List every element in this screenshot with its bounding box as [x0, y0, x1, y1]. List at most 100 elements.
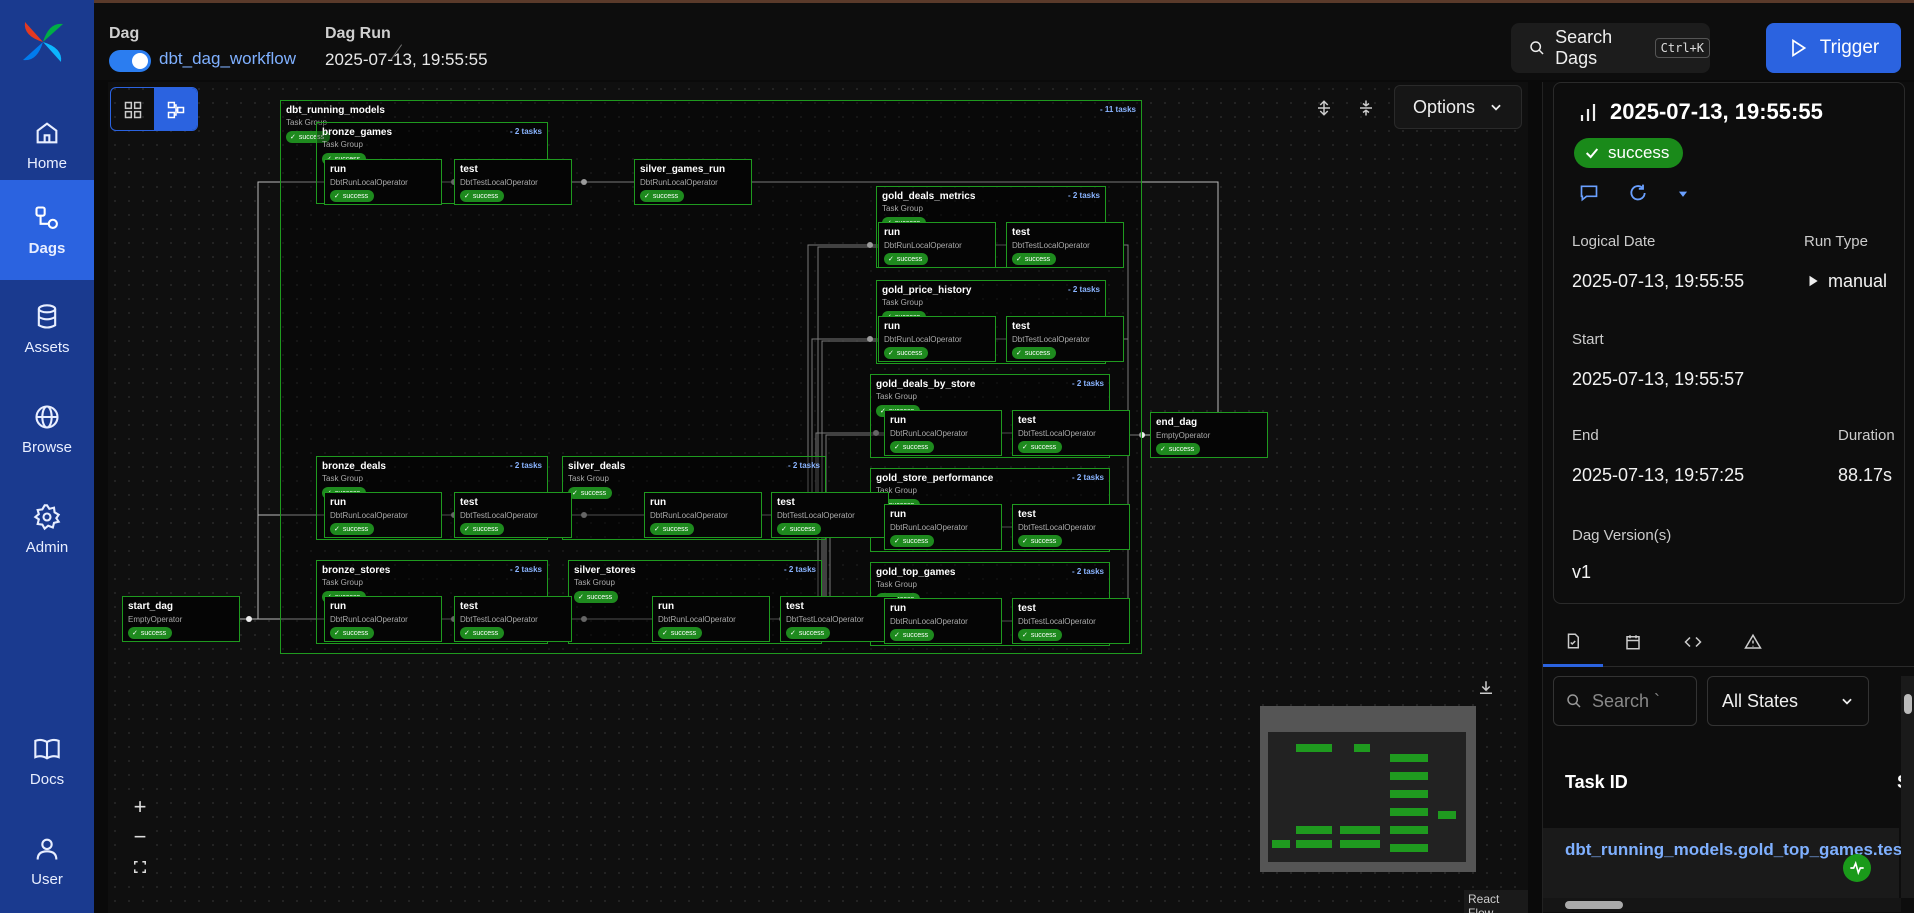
minimap[interactable]: [1260, 706, 1476, 872]
sidebar-item-browse[interactable]: Browse: [0, 380, 94, 478]
task-node-gdm-run[interactable]: run DbtRunLocalOperator ✓ success: [878, 222, 996, 268]
status-label: success: [1168, 445, 1195, 453]
scroll-thumb[interactable]: [1904, 694, 1912, 714]
task-node-gsp-run[interactable]: run DbtRunLocalOperator ✓ success: [884, 504, 1002, 550]
task-node-end-dag[interactable]: end_dag EmptyOperator ✓ success: [1150, 412, 1268, 458]
group-task-count[interactable]: - 2 tasks: [1068, 191, 1100, 200]
task-id-link[interactable]: dbt_running_models.gold_top_games.test: [1565, 838, 1908, 862]
sidebar-item-admin[interactable]: Admin: [0, 480, 94, 578]
task-node-gtg-test[interactable]: test DbtTestLocalOperator ✓ success: [1012, 598, 1130, 644]
collapse-all-button[interactable]: [1346, 88, 1386, 128]
tab-warnings[interactable]: [1723, 617, 1783, 667]
task-search-input[interactable]: Search `: [1553, 676, 1697, 726]
task-name: test: [1012, 321, 1030, 332]
status-badge: ✓success: [1018, 629, 1063, 641]
sidebar-item-docs[interactable]: Docs: [0, 712, 94, 810]
table-row[interactable]: dbt_running_models.gold_top_games.test: [1543, 828, 1908, 898]
dag-version-label: Dag Version(s): [1572, 527, 1672, 544]
task-name: start_dag: [128, 601, 174, 612]
task-node-bs-run[interactable]: run DbtRunLocalOperator ✓ success: [324, 596, 442, 642]
expand-all-button[interactable]: [1304, 88, 1344, 128]
task-node-gph-run[interactable]: run DbtRunLocalOperator ✓ success: [878, 316, 996, 362]
group-task-count[interactable]: - 2 tasks: [1072, 567, 1104, 576]
scroll-thumb[interactable]: [1565, 901, 1623, 909]
search-dags-button[interactable]: Search Dags Ctrl+K: [1511, 23, 1710, 73]
group-type: Task Group: [876, 580, 917, 589]
dag-graph-canvas[interactable]: dbt_running_models Task Group - 11 tasks ✓ s…: [108, 82, 1528, 913]
group-task-count[interactable]: - 2 tasks: [1068, 285, 1100, 294]
state-filter-select[interactable]: All States: [1707, 676, 1869, 726]
horizontal-scrollbar[interactable]: [1543, 898, 1901, 912]
comment-icon[interactable]: [1579, 183, 1599, 203]
task-node-ss-test[interactable]: test DbtTestLocalOperator ✓ success: [780, 596, 898, 642]
download-button[interactable]: [1472, 674, 1500, 702]
airflow-logo[interactable]: [19, 18, 67, 66]
group-task-count[interactable]: - 2 tasks: [510, 127, 542, 136]
user-icon: [36, 838, 58, 860]
graph-view-button[interactable]: [154, 88, 197, 130]
check-icon: ✓: [894, 444, 900, 451]
status-label: success: [586, 593, 613, 601]
zoom-out-button[interactable]: −: [126, 824, 154, 850]
group-name: gold_top_games: [876, 567, 956, 578]
tab-task-instances[interactable]: [1543, 617, 1603, 667]
task-node-bd-run[interactable]: run DbtRunLocalOperator ✓ success: [324, 492, 442, 538]
grid-view-button[interactable]: [111, 88, 154, 130]
task-node-gdbs-run[interactable]: run DbtRunLocalOperator ✓ success: [884, 410, 1002, 456]
sidebar-item-dags[interactable]: Dags: [0, 180, 94, 280]
check-icon: ✓: [654, 526, 660, 533]
task-node-sd-test[interactable]: test DbtTestLocalOperator ✓ success: [771, 492, 889, 538]
status-badge: ✓success: [330, 627, 375, 639]
trigger-button[interactable]: Trigger: [1766, 23, 1901, 73]
react-flow-attribution[interactable]: React Flow: [1464, 890, 1528, 913]
status-badge: ✓success: [786, 627, 831, 639]
task-node-bd-test[interactable]: test DbtTestLocalOperator ✓ success: [454, 492, 572, 538]
group-task-count[interactable]: - 2 tasks: [1072, 379, 1104, 388]
column-header-task-id[interactable]: Task ID: [1565, 772, 1628, 793]
group-name: dbt_running_models: [286, 105, 385, 116]
sidebar-item-assets[interactable]: Assets: [0, 280, 94, 378]
group-name: gold_deals_metrics: [882, 191, 976, 202]
task-node-bg-run[interactable]: run DbtRunLocalOperator ✓ success: [324, 159, 442, 205]
group-task-count[interactable]: - 11 tasks: [1100, 105, 1136, 114]
group-task-count[interactable]: - 2 tasks: [510, 565, 542, 574]
check-icon: ✓: [1016, 350, 1022, 357]
task-node-start-dag[interactable]: start_dag EmptyOperator ✓ success: [122, 596, 240, 642]
dag-run-value[interactable]: 2025-07-13, 19:55:55: [325, 50, 488, 70]
options-button[interactable]: Options: [1394, 85, 1522, 129]
task-node-gsp-test[interactable]: test DbtTestLocalOperator ✓ success: [1012, 504, 1130, 550]
dag-pause-toggle[interactable]: [109, 50, 151, 72]
fit-view-button[interactable]: [126, 854, 154, 880]
task-node-gtg-run[interactable]: run DbtRunLocalOperator ✓ success: [884, 598, 1002, 644]
vertical-scrollbar[interactable]: [1901, 676, 1914, 898]
check-icon: ✓: [572, 490, 578, 497]
zoom-in-button[interactable]: +: [126, 794, 154, 820]
task-node-silver-games-run[interactable]: silver_games_run DbtRunLocalOperator ✓ succ…: [634, 159, 752, 205]
code-icon: [1684, 636, 1702, 648]
tab-events[interactable]: [1603, 617, 1663, 667]
caret-down-icon[interactable]: [1676, 187, 1690, 201]
collapse-icon: [1360, 100, 1372, 116]
task-node-ss-run[interactable]: run DbtRunLocalOperator ✓ success: [652, 596, 770, 642]
status-badge: ✓success: [777, 523, 822, 535]
dags-icon: [35, 205, 58, 229]
refresh-icon[interactable]: [1628, 183, 1648, 203]
group-task-count[interactable]: - 2 tasks: [784, 565, 816, 574]
tab-code[interactable]: [1663, 617, 1723, 667]
task-node-gph-test[interactable]: test DbtTestLocalOperator ✓ success: [1006, 316, 1124, 362]
task-node-bs-test[interactable]: test DbtTestLocalOperator ✓ success: [454, 596, 572, 642]
task-node-sd-run[interactable]: run DbtRunLocalOperator ✓ success: [644, 492, 762, 538]
status-badge: ✓success: [460, 627, 505, 639]
dag-name-link[interactable]: dbt_dag_workflow: [159, 49, 296, 69]
task-node-bg-test[interactable]: test DbtTestLocalOperator ✓ success: [454, 159, 572, 205]
minimap-node: [1296, 744, 1332, 752]
task-node-gdm-test[interactable]: test DbtTestLocalOperator ✓ success: [1006, 222, 1124, 268]
group-task-count[interactable]: - 2 tasks: [1072, 473, 1104, 482]
task-operator: DbtRunLocalOperator: [330, 178, 408, 187]
group-task-count[interactable]: - 2 tasks: [510, 461, 542, 470]
task-name: run: [890, 509, 907, 520]
group-task-count[interactable]: - 2 tasks: [788, 461, 820, 470]
sidebar-item-user[interactable]: User: [0, 812, 94, 910]
status-badge: ✓success: [890, 441, 935, 453]
task-node-gdbs-test[interactable]: test DbtTestLocalOperator ✓ success: [1012, 410, 1130, 456]
